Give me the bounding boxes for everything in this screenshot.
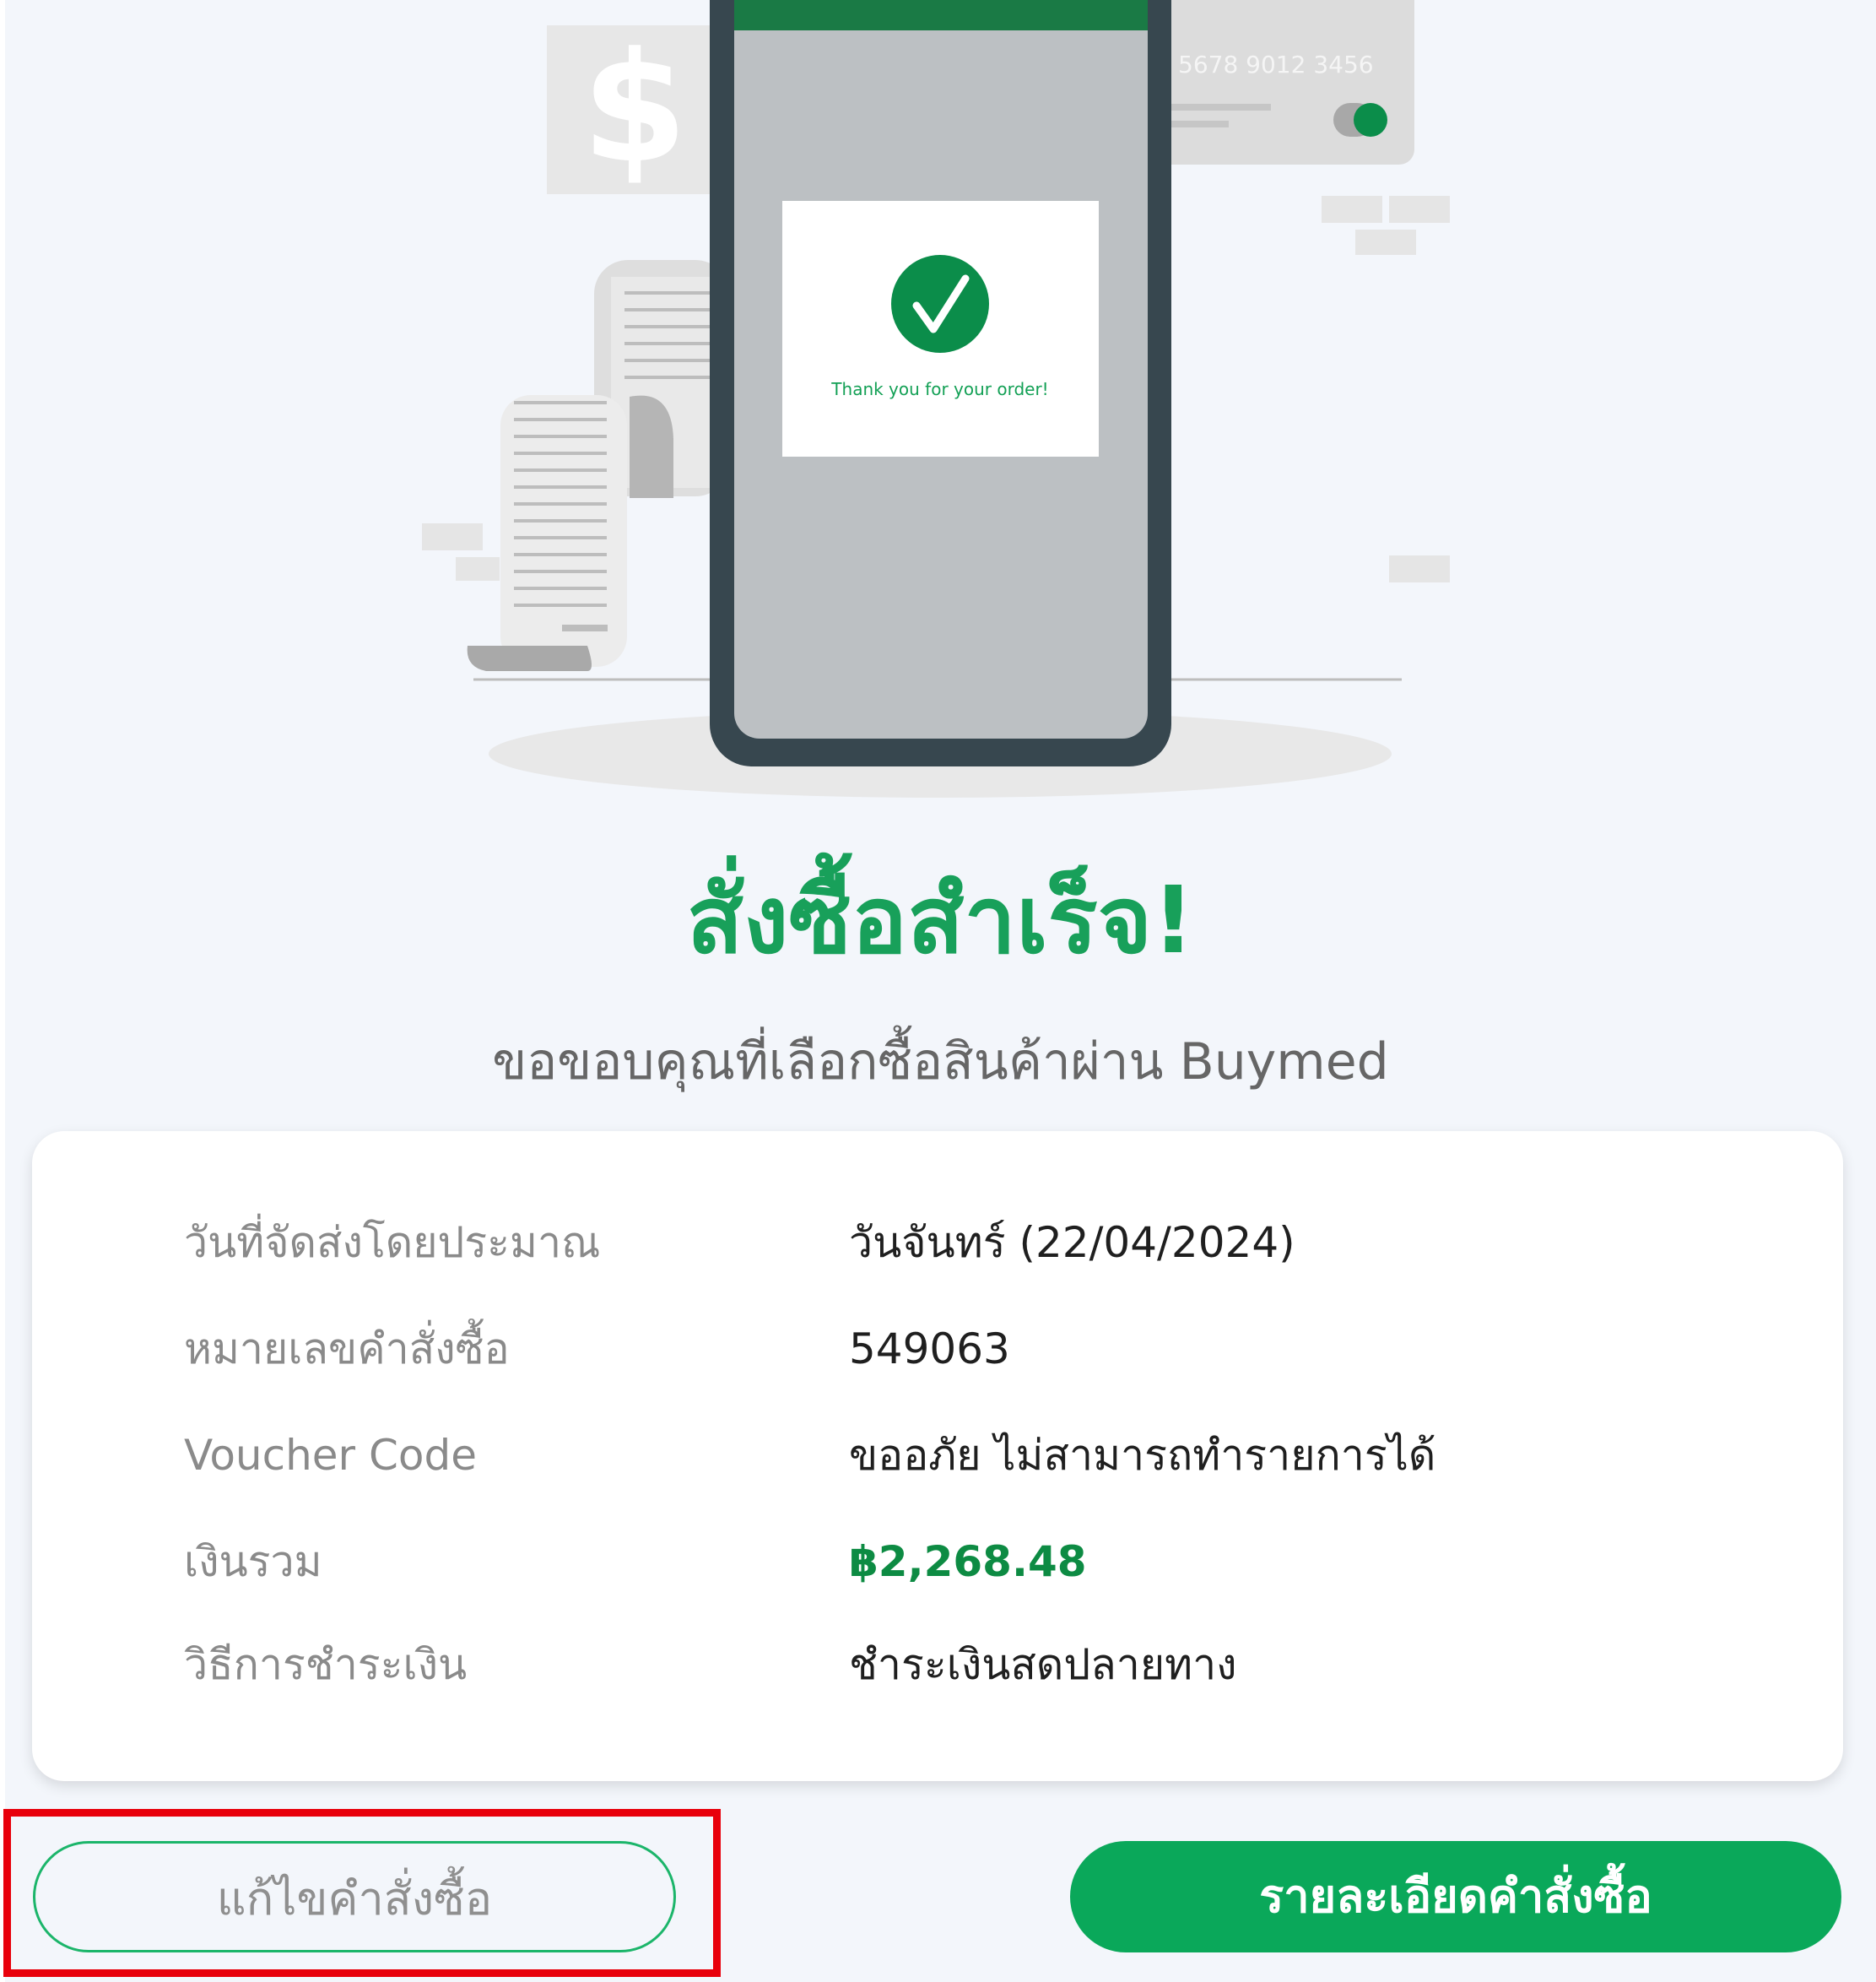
detail-value: 549063 [849,1324,1010,1373]
svg-text:$: $ [581,20,687,197]
page-title: สั่งซื้อสำเร็จ! [686,866,1195,974]
phone-message: Thank you for your order! [830,379,1048,399]
card-number: 5678 9012 3456 [1178,51,1374,79]
order-details-button[interactable]: รายละเอียดคำสั่งซื้อ [1070,1841,1841,1952]
check-circle-icon [891,255,989,353]
detail-row-voucher-code: Voucher Code ขออภัย ไม่สามารถทำรายการได้ [32,1422,1843,1489]
detail-label: หมายเลขคำสั่งซื้อ [184,1324,510,1373]
total-amount: ฿2,268.48 [849,1537,1087,1586]
receipt-icon [467,260,729,671]
phone-icon: Thank you for your order! [710,0,1171,766]
dollar-icon: $ [547,20,716,197]
detail-row-order-number: หมายเลขคำสั่งซื้อ 549063 [32,1315,1843,1383]
detail-label: วิธีการชำระเงิน [184,1640,468,1689]
page-subtitle: ขอขอบคุณที่เลือกซื้อสินค้าผ่าน Buymed [492,1032,1389,1091]
order-success-illustration: $ 5678 9012 3456 Thank you for your orde… [422,0,1450,798]
detail-value: วันจันทร์ (22/04/2024) [849,1218,1295,1267]
detail-row-delivery-date: วันที่จัดส่งโดยประมาณ วันจันทร์ (22/04/2… [32,1209,1843,1276]
order-success-page: $ 5678 9012 3456 Thank you for your orde… [5,0,1876,1982]
detail-row-total: เงินรวม ฿2,268.48 [32,1528,1843,1595]
detail-label: เงินรวม [184,1537,322,1586]
edit-order-button[interactable]: แก้ไขคำสั่งซื้อ [33,1841,676,1952]
detail-label: Voucher Code [184,1431,477,1480]
detail-label: วันที่จัดส่งโดยประมาณ [184,1218,601,1267]
order-summary-card: วันที่จัดส่งโดยประมาณ วันจันทร์ (22/04/2… [32,1131,1843,1781]
detail-row-payment-method: วิธีการชำระเงิน ชำระเงินสดปลายทาง [32,1631,1843,1698]
detail-value: ขออภัย ไม่สามารถทำรายการได้ [849,1431,1436,1480]
detail-value: ชำระเงินสดปลายทาง [849,1640,1237,1689]
